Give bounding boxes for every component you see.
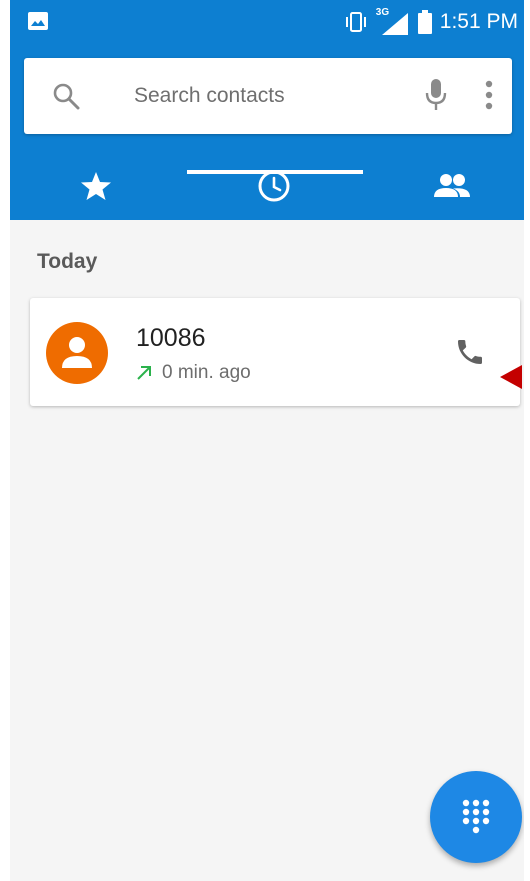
outgoing-call-icon	[137, 366, 151, 380]
call-time: 0 min. ago	[162, 362, 251, 383]
search-bar[interactable]: Search contacts	[24, 58, 512, 134]
person-icon	[62, 337, 92, 368]
section-header-today: Today	[37, 250, 98, 273]
mic-icon[interactable]	[424, 78, 448, 112]
tab-favorites[interactable]	[10, 152, 181, 220]
search-input[interactable]: Search contacts	[134, 84, 285, 108]
avatar[interactable]	[46, 322, 108, 384]
status-time: 1:51 PM	[439, 10, 518, 33]
call-details: 0 min. ago	[136, 362, 251, 384]
clock-icon	[258, 170, 289, 202]
more-vert-icon[interactable]	[484, 80, 494, 110]
caller-number: 10086	[136, 324, 206, 352]
tab-recents[interactable]	[188, 152, 359, 220]
signal-icon	[381, 13, 408, 35]
star-icon	[80, 172, 111, 200]
people-icon	[433, 174, 470, 197]
status-icons: 3G 1:51 PM	[344, 7, 518, 36]
dialpad-button[interactable]	[430, 771, 522, 863]
call-log-item[interactable]: 10086 0 min. ago	[30, 298, 520, 406]
tab-bar	[10, 152, 524, 220]
status-bar: 3G 1:51 PM	[10, 0, 524, 44]
tab-contacts[interactable]	[366, 152, 524, 220]
annotation-arrow	[500, 365, 522, 389]
dialpad-icon	[462, 799, 490, 834]
battery-icon	[417, 10, 432, 34]
image-icon	[28, 12, 48, 30]
selected-tab-indicator	[187, 170, 363, 174]
dialer-screen: 3G 1:51 PM Search contacts Today 10086 0…	[10, 0, 524, 881]
vibrate-icon	[345, 12, 366, 32]
app-bar: Search contacts	[10, 44, 524, 220]
phone-icon[interactable]	[454, 336, 486, 368]
search-icon[interactable]	[52, 82, 80, 110]
